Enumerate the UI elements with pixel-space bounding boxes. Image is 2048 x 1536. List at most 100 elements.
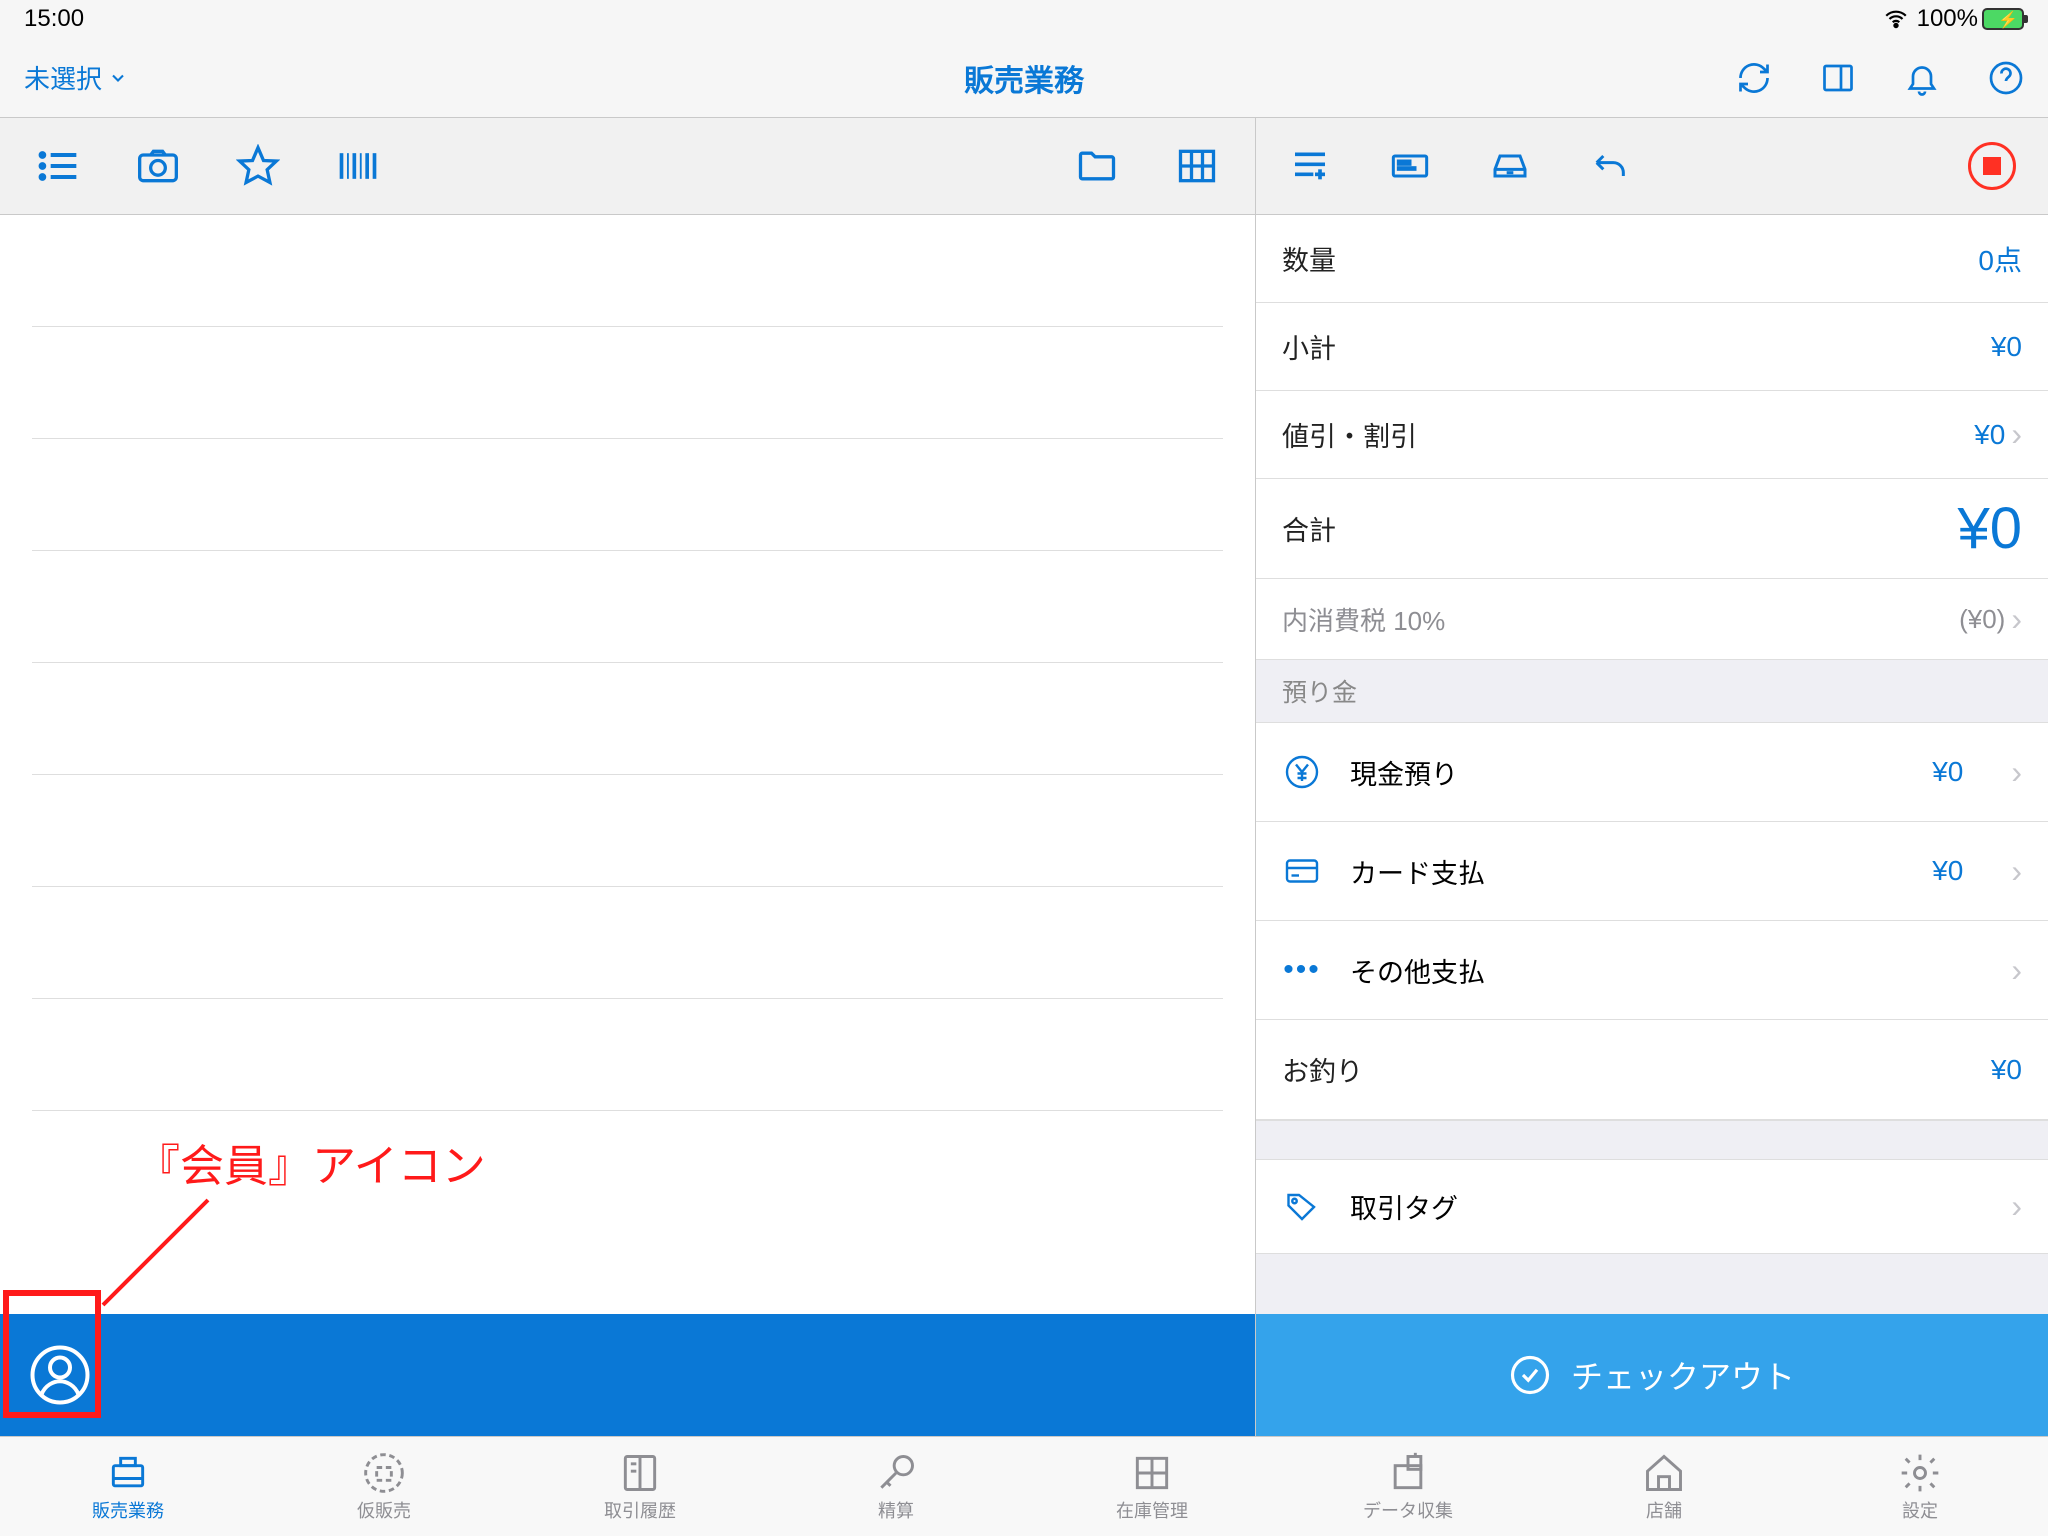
- card-row[interactable]: カード支払 ¥0 ›: [1256, 822, 2048, 921]
- other-pay-row[interactable]: ••• その他支払 ›: [1256, 921, 2048, 1020]
- grid-icon[interactable]: [1175, 144, 1219, 188]
- cash-label: 現金預り: [1350, 753, 1904, 792]
- spacer: [1256, 1120, 2048, 1160]
- chevron-down-icon: [108, 68, 128, 88]
- other-label: その他支払: [1350, 951, 1977, 990]
- list-icon[interactable]: [36, 144, 80, 188]
- tag-icon: [1282, 1189, 1322, 1225]
- total-row: 合計 ¥0: [1256, 479, 2048, 579]
- list-item[interactable]: [32, 327, 1223, 439]
- book-icon: [618, 1451, 662, 1495]
- discount-label: 値引・割引: [1282, 415, 1417, 454]
- refresh-icon[interactable]: [1736, 60, 1772, 96]
- tab-settings[interactable]: 設定: [1792, 1437, 2048, 1536]
- summary-panel: 数量 0点 小計 ¥0 値引・割引 ¥0 › 合計 ¥0 内消費税 10%: [1256, 215, 2048, 1314]
- list-item[interactable]: [32, 775, 1223, 887]
- list-item[interactable]: [32, 551, 1223, 663]
- tab-label: 仮販売: [357, 1497, 411, 1523]
- tab-sales[interactable]: 販売業務: [0, 1437, 256, 1536]
- discount-value: ¥0: [1974, 419, 2005, 451]
- tab-settlement[interactable]: 精算: [768, 1437, 1024, 1536]
- tax-label: 内消費税 10%: [1282, 601, 1445, 638]
- tab-pending[interactable]: 仮販売: [256, 1437, 512, 1536]
- change-label: お釣り: [1282, 1050, 1363, 1089]
- help-icon[interactable]: [1988, 60, 2024, 96]
- main-split: 数量 0点 小計 ¥0 値引・割引 ¥0 › 合計 ¥0 内消費税 10%: [0, 118, 2048, 1436]
- checkout-label: チェックアウト: [1571, 1352, 1795, 1398]
- tab-inventory[interactable]: 在庫管理: [1024, 1437, 1280, 1536]
- split-view-icon[interactable]: [1820, 60, 1856, 96]
- cabinet-icon: [1130, 1451, 1174, 1495]
- tab-label: 取引履歴: [604, 1497, 676, 1523]
- folder-icon[interactable]: [1075, 144, 1119, 188]
- tab-label: 店舗: [1646, 1497, 1682, 1523]
- camera-icon[interactable]: [136, 144, 180, 188]
- barcode-icon[interactable]: [336, 144, 380, 188]
- key-icon: [874, 1451, 918, 1495]
- tab-label: 精算: [878, 1497, 914, 1523]
- tab-label: 販売業務: [92, 1497, 164, 1523]
- annotation-label: 『会員』アイコン: [136, 1130, 486, 1194]
- list-item[interactable]: [32, 887, 1223, 999]
- tax-value: (¥0): [1959, 604, 2005, 635]
- tab-store[interactable]: 店舗: [1536, 1437, 1792, 1536]
- yen-circle-icon: [1282, 754, 1322, 790]
- checkout-button[interactable]: チェックアウト: [1256, 1314, 2048, 1436]
- battery-percent: 100%: [1917, 5, 1978, 33]
- fill: [1256, 1254, 2048, 1314]
- chevron-right-icon: ›: [2011, 601, 2022, 638]
- check-circle-icon: [1509, 1354, 1551, 1396]
- subtotal-label: 小計: [1282, 327, 1336, 366]
- selector-label: 未選択: [24, 59, 102, 96]
- drawer-icon[interactable]: [1488, 146, 1532, 186]
- card-label: カード支払: [1350, 852, 1904, 891]
- selector-dropdown[interactable]: 未選択: [24, 59, 128, 96]
- wifi-icon: [1883, 6, 1909, 32]
- page-title: 販売業務: [964, 56, 1084, 100]
- right-pane: 数量 0点 小計 ¥0 値引・割引 ¥0 › 合計 ¥0 内消費税 10%: [1256, 118, 2048, 1436]
- list-item[interactable]: [32, 439, 1223, 551]
- quantity-row: 数量 0点: [1256, 215, 2048, 303]
- cash-row[interactable]: 現金預り ¥0 ›: [1256, 723, 2048, 822]
- quantity-value: 0点: [1978, 239, 2022, 279]
- nav-header: 未選択 販売業務: [0, 38, 2048, 118]
- subtotal-value: ¥0: [1991, 331, 2022, 363]
- record-button[interactable]: [1968, 142, 2016, 190]
- deposit-header: 預り金: [1256, 659, 2048, 723]
- tag-row[interactable]: 取引タグ ›: [1256, 1160, 2048, 1254]
- status-time: 15:00: [24, 5, 84, 33]
- register-dashed-icon: [362, 1451, 406, 1495]
- dots-icon: •••: [1282, 953, 1322, 987]
- credit-card-icon: [1282, 856, 1322, 886]
- star-icon[interactable]: [236, 144, 280, 188]
- tab-label: 在庫管理: [1116, 1497, 1188, 1523]
- tab-label: データ収集: [1363, 1497, 1453, 1523]
- add-line-icon[interactable]: [1288, 146, 1332, 186]
- change-row: お釣り ¥0: [1256, 1020, 2048, 1120]
- tabbar: 販売業務 仮販売 取引履歴 精算 在庫管理 データ収集 店舗 設定: [0, 1436, 2048, 1536]
- list-item[interactable]: [32, 999, 1223, 1111]
- change-value: ¥0: [1991, 1054, 2022, 1086]
- member-bar[interactable]: [0, 1314, 1255, 1436]
- chevron-right-icon: ›: [2011, 853, 2022, 890]
- chevron-right-icon: ›: [2011, 416, 2022, 453]
- undo-icon[interactable]: [1588, 146, 1632, 186]
- receipt-icon[interactable]: [1388, 146, 1432, 186]
- chevron-right-icon: ›: [2011, 754, 2022, 791]
- stop-icon: [1983, 157, 2001, 175]
- tab-label: 設定: [1902, 1497, 1938, 1523]
- tab-history[interactable]: 取引履歴: [512, 1437, 768, 1536]
- list-item[interactable]: [32, 215, 1223, 327]
- bell-icon[interactable]: [1904, 60, 1940, 96]
- card-value: ¥0: [1932, 855, 1963, 887]
- register-icon: [106, 1451, 150, 1495]
- discount-row[interactable]: 値引・割引 ¥0 ›: [1256, 391, 2048, 479]
- gear-icon: [1898, 1451, 1942, 1495]
- total-value: ¥0: [1957, 495, 2022, 562]
- tab-data[interactable]: データ収集: [1280, 1437, 1536, 1536]
- list-item[interactable]: [32, 663, 1223, 775]
- tag-label: 取引タグ: [1350, 1187, 1977, 1226]
- subtotal-row: 小計 ¥0: [1256, 303, 2048, 391]
- battery-icon: ⚡: [1982, 8, 2024, 30]
- tax-row[interactable]: 内消費税 10% (¥0) ›: [1256, 579, 2048, 659]
